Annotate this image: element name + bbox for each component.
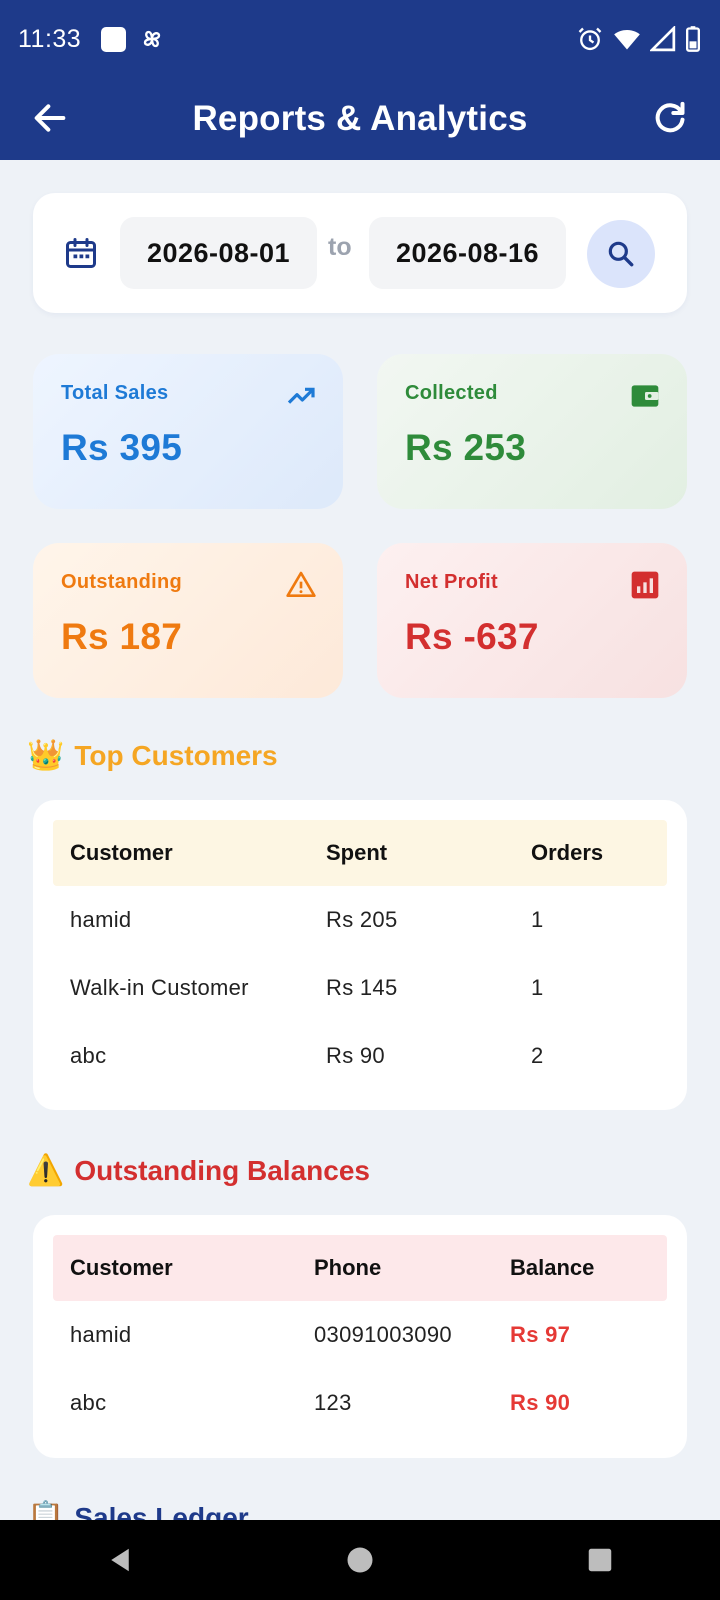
end-date-field[interactable]: 2026-08-16	[369, 217, 566, 289]
refresh-icon[interactable]	[650, 98, 690, 138]
outstanding-value: Rs 187	[61, 616, 183, 657]
search-icon	[608, 241, 634, 267]
customer-spent: Rs 90	[326, 1043, 385, 1068]
customer-spent: Rs 205	[326, 907, 398, 932]
battery-icon	[686, 26, 700, 52]
outstanding-balances-table: Customer Phone Balance hamid 03091003090…	[33, 1215, 687, 1458]
search-button[interactable]	[587, 220, 655, 288]
date-range-separator: to	[328, 233, 352, 261]
pinwheel-icon	[144, 30, 161, 48]
table-header: Customer Spent Orders	[53, 820, 667, 886]
column-header: Orders	[531, 840, 604, 865]
customer-balance: Rs 90	[510, 1390, 571, 1415]
outstanding-balances-heading: ⚠️ Outstanding Balances	[27, 1153, 370, 1188]
top-customers-title: Top Customers	[74, 739, 278, 771]
net-profit-value: Rs -637	[405, 616, 539, 657]
table-row[interactable]: abc 123 Rs 90	[53, 1369, 667, 1437]
outstanding-balances-title: Outstanding Balances	[74, 1154, 370, 1186]
total-sales-label: Total Sales	[61, 382, 169, 404]
status-bar: 11:33	[0, 0, 720, 78]
total-sales-card: Total Sales Rs 395	[33, 354, 343, 509]
table-row[interactable]: Walk-in Customer Rs 145 1	[53, 954, 667, 1022]
net-profit-label: Net Profit	[405, 571, 498, 593]
warning-icon	[286, 571, 316, 597]
signal-icon	[650, 26, 676, 52]
table-row[interactable]: hamid Rs 205 1	[53, 886, 667, 954]
customer-spent: Rs 145	[326, 975, 398, 1000]
calendar-icon[interactable]	[63, 235, 99, 271]
date-range-card: 2026-08-01 to 2026-08-16	[33, 193, 687, 313]
start-date-field[interactable]: 2026-08-01	[120, 217, 317, 289]
customer-name: hamid	[70, 907, 132, 932]
total-sales-value: Rs 395	[61, 427, 183, 468]
wifi-icon	[614, 29, 640, 50]
column-header: Customer	[70, 1255, 173, 1280]
outstanding-card: Outstanding Rs 187	[33, 543, 343, 698]
customer-name: hamid	[70, 1322, 132, 1347]
home-nav-icon[interactable]	[345, 1545, 375, 1575]
back-arrow-icon[interactable]	[30, 98, 70, 138]
net-profit-card: Net Profit Rs -637	[377, 543, 687, 698]
table-row[interactable]: abc Rs 90 2	[53, 1022, 667, 1090]
outstanding-label: Outstanding	[61, 571, 183, 593]
customer-orders: 1	[531, 907, 544, 932]
back-nav-icon[interactable]	[105, 1545, 135, 1575]
column-header: Balance	[510, 1255, 595, 1280]
collected-label: Collected	[405, 382, 498, 404]
notification-app-icon	[101, 26, 127, 52]
status-time: 11:33	[18, 24, 82, 53]
page-title: Reports & Analytics	[192, 99, 528, 138]
wallet-icon	[631, 385, 659, 407]
table-row[interactable]: hamid 03091003090 Rs 97	[53, 1301, 667, 1369]
crown-icon: 👑	[27, 739, 65, 772]
customer-name: abc	[70, 1390, 107, 1415]
collected-value: Rs 253	[405, 427, 527, 468]
system-navigation-bar	[0, 1520, 720, 1600]
column-header: Spent	[326, 840, 388, 865]
customer-phone: 123	[314, 1390, 352, 1415]
column-header: Phone	[314, 1255, 382, 1280]
app-bar: Reports & Analytics	[0, 78, 720, 160]
alarm-icon	[578, 27, 602, 51]
customer-name: Walk-in Customer	[70, 975, 249, 1000]
top-customers-heading: 👑 Top Customers	[27, 738, 278, 773]
analytics-icon	[631, 571, 659, 599]
trending-up-icon	[287, 387, 315, 404]
customer-orders: 1	[531, 975, 544, 1000]
column-header: Customer	[70, 840, 173, 865]
customer-name: abc	[70, 1043, 107, 1068]
table-header: Customer Phone Balance	[53, 1235, 667, 1301]
top-customers-table: Customer Spent Orders hamid Rs 205 1 Wal…	[33, 800, 687, 1110]
collected-card: Collected Rs 253	[377, 354, 687, 509]
recents-nav-icon[interactable]	[585, 1545, 615, 1575]
customer-balance: Rs 97	[510, 1322, 571, 1347]
customer-orders: 2	[531, 1043, 544, 1068]
customer-phone: 03091003090	[314, 1322, 452, 1347]
warning-emoji-icon: ⚠️	[27, 1154, 65, 1187]
